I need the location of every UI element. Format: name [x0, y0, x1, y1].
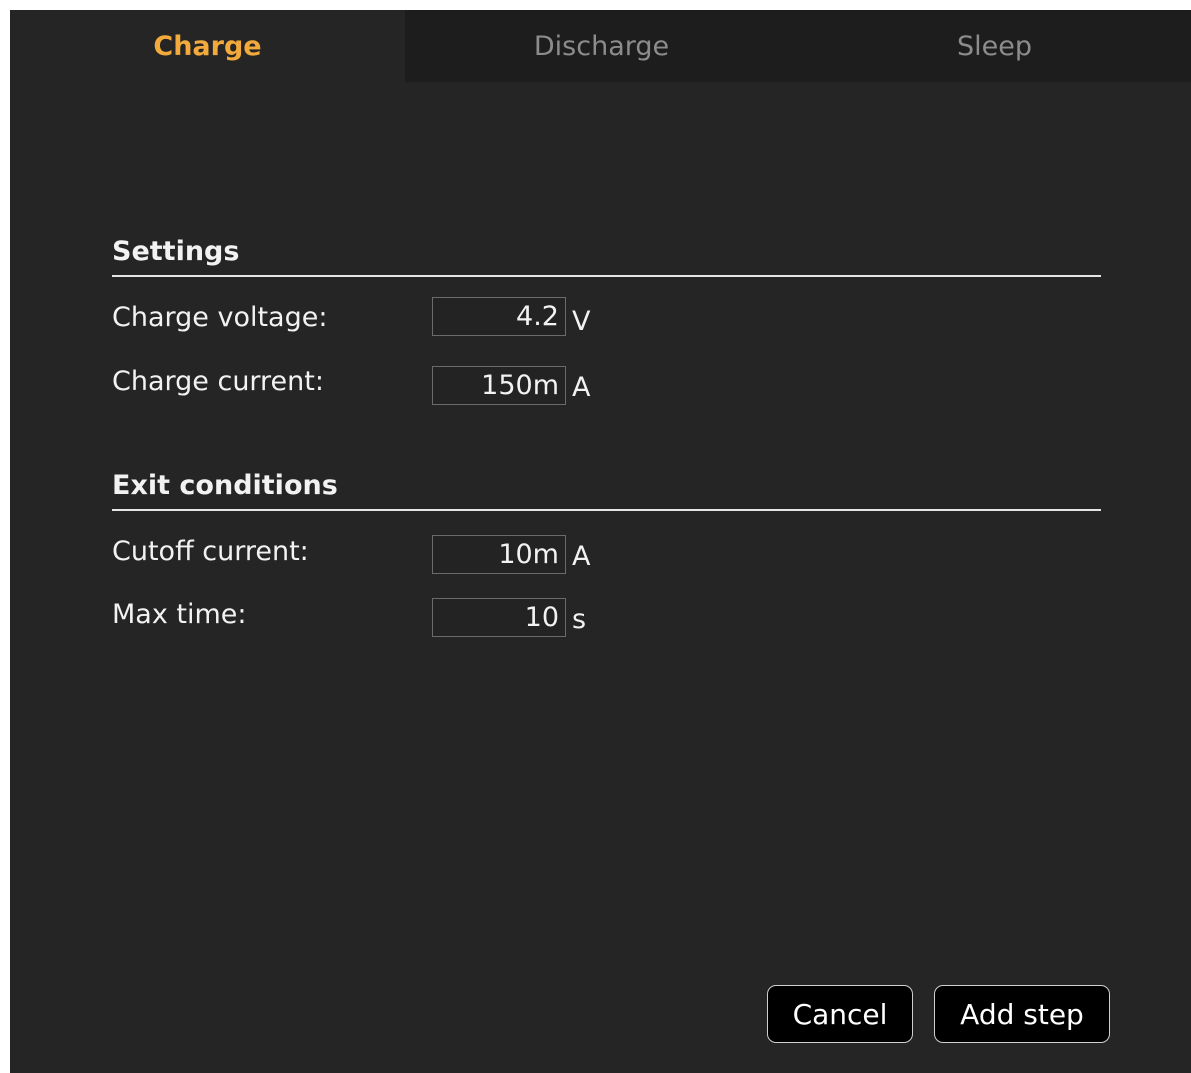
charge-current-unit: A	[572, 372, 591, 403]
charge-voltage-input[interactable]	[432, 297, 566, 336]
max-time-label: Max time:	[112, 599, 247, 630]
max-time-unit: s	[572, 604, 587, 635]
cancel-button[interactable]: Cancel	[767, 985, 913, 1043]
charge-current-label: Charge current:	[112, 366, 324, 397]
add-step-button[interactable]: Add step	[934, 985, 1110, 1043]
max-time-input[interactable]	[432, 598, 566, 637]
charge-voltage-unit: V	[572, 306, 591, 337]
cutoff-current-unit: A	[572, 541, 591, 572]
step-editor-panel: Charge Discharge Sleep Settings Charge v…	[10, 10, 1191, 1073]
charge-current-input[interactable]	[432, 366, 566, 405]
cutoff-current-label: Cutoff current:	[112, 536, 309, 567]
tab-charge[interactable]: Charge	[10, 10, 405, 82]
settings-divider	[112, 275, 1101, 277]
charge-voltage-label: Charge voltage:	[112, 302, 328, 333]
exit-conditions-heading: Exit conditions	[112, 470, 338, 501]
tab-discharge[interactable]: Discharge	[405, 10, 798, 82]
cutoff-current-input[interactable]	[432, 535, 566, 574]
tab-bar: Charge Discharge Sleep	[10, 10, 1191, 82]
tab-sleep[interactable]: Sleep	[798, 10, 1191, 82]
settings-heading: Settings	[112, 236, 240, 267]
exit-conditions-divider	[112, 509, 1101, 511]
